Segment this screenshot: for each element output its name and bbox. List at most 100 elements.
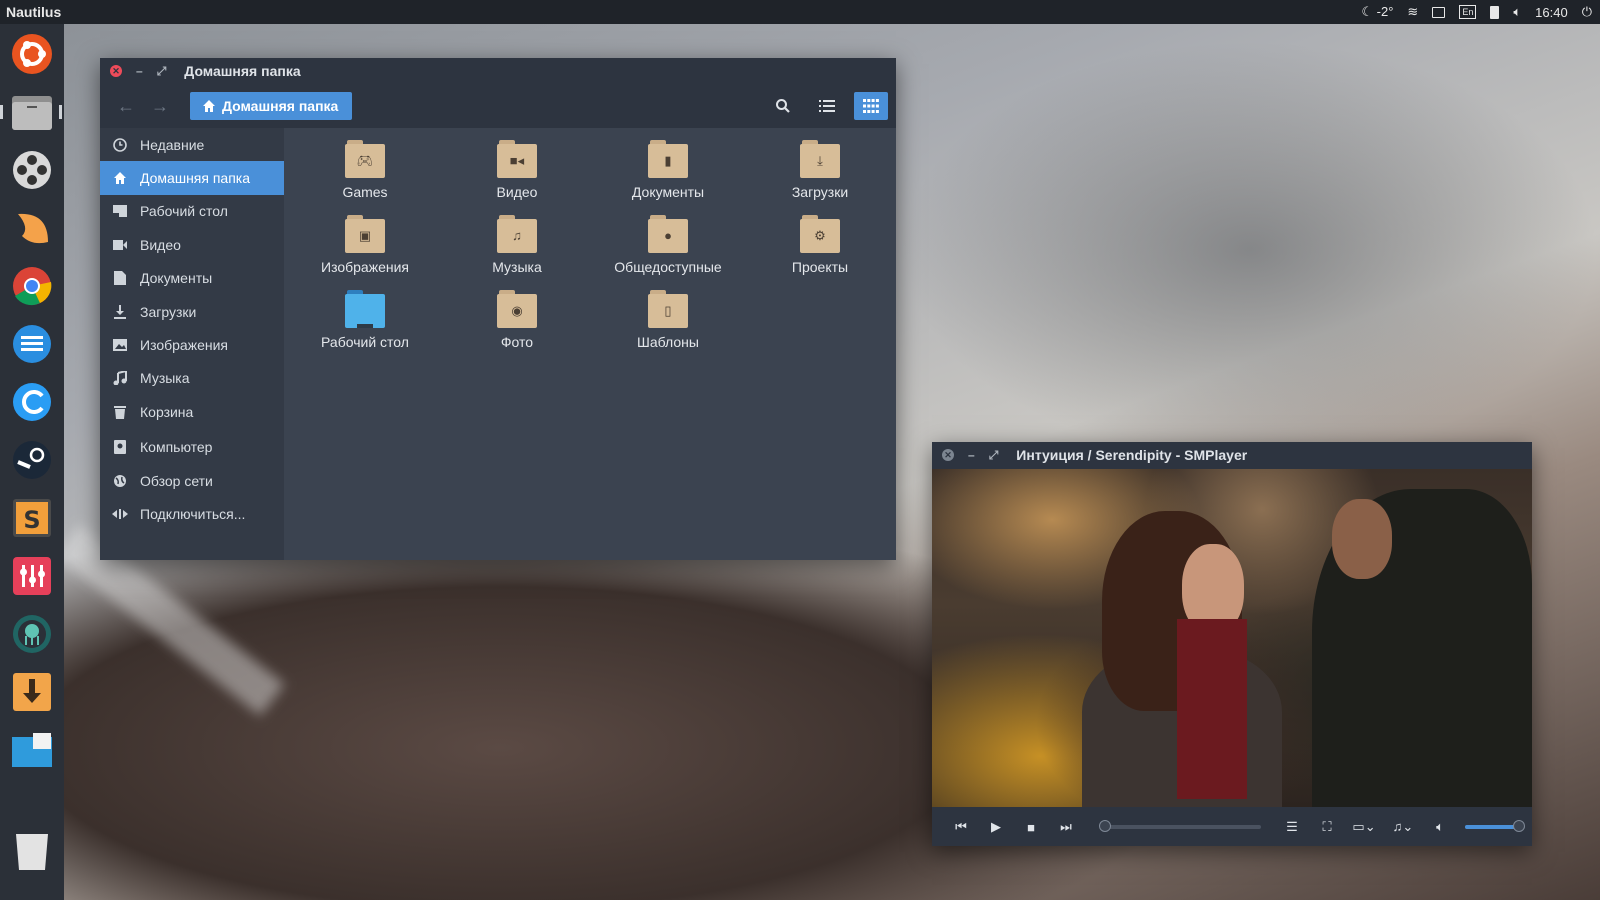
list-view-button[interactable] [810, 92, 844, 120]
sidebar-item-network[interactable]: Обзор сети [100, 464, 284, 497]
power-icon[interactable]: ⏻ [1582, 4, 1592, 20]
launcher-running-indicator [0, 105, 3, 119]
volume-icon[interactable]: 🔈︎ [1513, 4, 1521, 20]
playlist-button[interactable]: ☰ [1277, 819, 1307, 835]
video-scene-shape [1332, 499, 1392, 579]
sidebar-item-pictures[interactable]: Изображения [100, 328, 284, 361]
files-icon[interactable] [10, 90, 54, 134]
sidebar-item-computer[interactable]: Компьютер [100, 431, 284, 464]
app-menu-title[interactable]: Nautilus [0, 4, 61, 20]
sidebar-item-downloads[interactable]: Загрузки [100, 295, 284, 328]
folder-item[interactable]: ▮ Документы [593, 140, 743, 200]
folder-item[interactable]: ▯ Шаблоны [593, 290, 743, 350]
stream-icon[interactable] [10, 322, 54, 366]
steam-icon[interactable] [10, 438, 54, 482]
folder-item[interactable]: ⚙ Проекты [745, 215, 895, 275]
video-frame[interactable] [932, 469, 1532, 807]
sidebar-item-music[interactable]: Музыка [100, 362, 284, 395]
folder-item[interactable]: ◉ Фото [442, 290, 592, 350]
folder-label: Шаблоны [637, 334, 699, 350]
music-note-icon [112, 370, 128, 386]
sidebar-item-documents[interactable]: Документы [100, 262, 284, 295]
previous-button[interactable]: ⏮ [946, 819, 976, 835]
media-player-window: ✕ – ⤢ Интуиция / Serendipity - SMPlayer … [932, 442, 1532, 846]
sidebar-item-label: Видео [140, 236, 181, 253]
minimize-button[interactable]: – [136, 64, 143, 78]
next-button[interactable]: ⏭ [1051, 819, 1081, 835]
folder-label: Фото [500, 334, 534, 350]
mixer-icon[interactable] [10, 554, 54, 598]
sublime-icon[interactable]: S [10, 496, 54, 540]
fullscreen-button[interactable]: ⛶ [1312, 819, 1342, 835]
seek-slider[interactable] [1099, 820, 1261, 832]
path-bar-home-button[interactable]: Домашняя папка [190, 92, 353, 120]
folder-item[interactable]: ⤓ Загрузки [745, 140, 895, 200]
sidebar-item-trash[interactable]: Корзина [100, 395, 284, 428]
folder-icon: ♫ [497, 215, 537, 253]
weather-indicator[interactable]: ☾ -2° [1361, 4, 1393, 20]
clock[interactable]: 16:40 [1535, 5, 1568, 20]
folder-icon: ■◂ [497, 140, 537, 178]
video-camera-icon [112, 237, 128, 253]
folder-item[interactable]: ■◂ Видео [442, 140, 592, 200]
video-reel-icon[interactable] [10, 148, 54, 192]
workspaces-icon[interactable] [10, 728, 54, 772]
folder-item[interactable]: ● Общедоступные [593, 215, 743, 275]
drive-icon [112, 439, 128, 455]
search-button[interactable] [766, 92, 800, 120]
sidebar-item-home[interactable]: Домашняя папка [100, 161, 284, 195]
folder-grid: 🎮︎ Games ■◂ Видео ▮ Документы ⤓ Загрузки… [284, 128, 896, 560]
stop-button[interactable]: ■ [1016, 820, 1046, 835]
forward-button[interactable]: → [150, 96, 170, 117]
download-icon: ⤓ [817, 153, 823, 168]
person-icon: ● [664, 228, 672, 243]
sidebar-item-label: Недавние [140, 136, 205, 153]
display-icon[interactable] [1432, 6, 1446, 18]
video-camera-icon: ■◂ [509, 153, 525, 168]
sidebar-item-recent[interactable]: Недавние [100, 128, 284, 161]
volume-level [1465, 825, 1519, 829]
chrome-icon[interactable] [10, 264, 54, 308]
back-button[interactable]: ← [116, 96, 136, 117]
top-panel: Nautilus ☾ -2° ≋ En 🔈︎ 16:40 ⏻ [0, 0, 1600, 24]
sidebar-item-desktop[interactable]: Рабочий стол [100, 195, 284, 228]
folder-item[interactable]: Рабочий стол [290, 290, 440, 350]
folder-icon: 🎮︎ [345, 140, 385, 178]
document-icon [112, 270, 128, 286]
folder-icon: ◉ [497, 290, 537, 328]
close-button[interactable]: ✕ [942, 449, 954, 461]
volume-slider[interactable] [1465, 820, 1525, 832]
network-icon[interactable]: ≋ [1407, 4, 1418, 20]
download-icon[interactable] [10, 670, 54, 714]
maximize-button[interactable]: ⤢ [989, 448, 999, 463]
maximize-button[interactable]: ⤢ [157, 64, 167, 79]
minimize-button[interactable]: – [968, 448, 975, 462]
close-button[interactable]: ✕ [110, 65, 122, 77]
sidebar-item-connect[interactable]: Подключиться... [100, 497, 284, 530]
sidebar-item-videos[interactable]: Видео [100, 228, 284, 261]
gitkraken-icon[interactable] [10, 612, 54, 656]
folder-icon: ⤓ [800, 140, 840, 178]
path-bar-label: Домашняя папка [222, 98, 339, 114]
folder-label: Загрузки [791, 184, 849, 200]
volume-icon[interactable]: 🔈︎ [1425, 819, 1455, 835]
audio-track-button[interactable]: ♫⌄ [1386, 819, 1420, 835]
folder-item[interactable]: ▣ Изображения [290, 215, 440, 275]
file-manager-window: ✕ – ⤢ Домашняя папка ← → Домашняя папка … [100, 58, 896, 560]
download-icon [112, 304, 128, 320]
grid-view-button[interactable] [854, 92, 888, 120]
ubuntu-icon[interactable] [10, 32, 54, 76]
seek-handle[interactable] [1099, 820, 1111, 832]
volume-handle[interactable] [1513, 820, 1525, 832]
keyboard-layout-indicator[interactable]: En [1459, 5, 1477, 19]
folder-item[interactable]: ♫ Музыка [442, 215, 592, 275]
template-icon: ▯ [664, 303, 672, 318]
subtitles-button[interactable]: ▭⌄ [1347, 819, 1381, 835]
battery-icon[interactable] [1490, 5, 1500, 19]
browser-wave-icon[interactable] [10, 380, 54, 424]
trash-icon[interactable] [10, 830, 54, 874]
play-button[interactable]: ▶ [981, 819, 1011, 835]
moon-icon[interactable] [10, 206, 54, 250]
folder-item[interactable]: 🎮︎ Games [290, 140, 440, 200]
folder-icon: ⚙ [800, 215, 840, 253]
